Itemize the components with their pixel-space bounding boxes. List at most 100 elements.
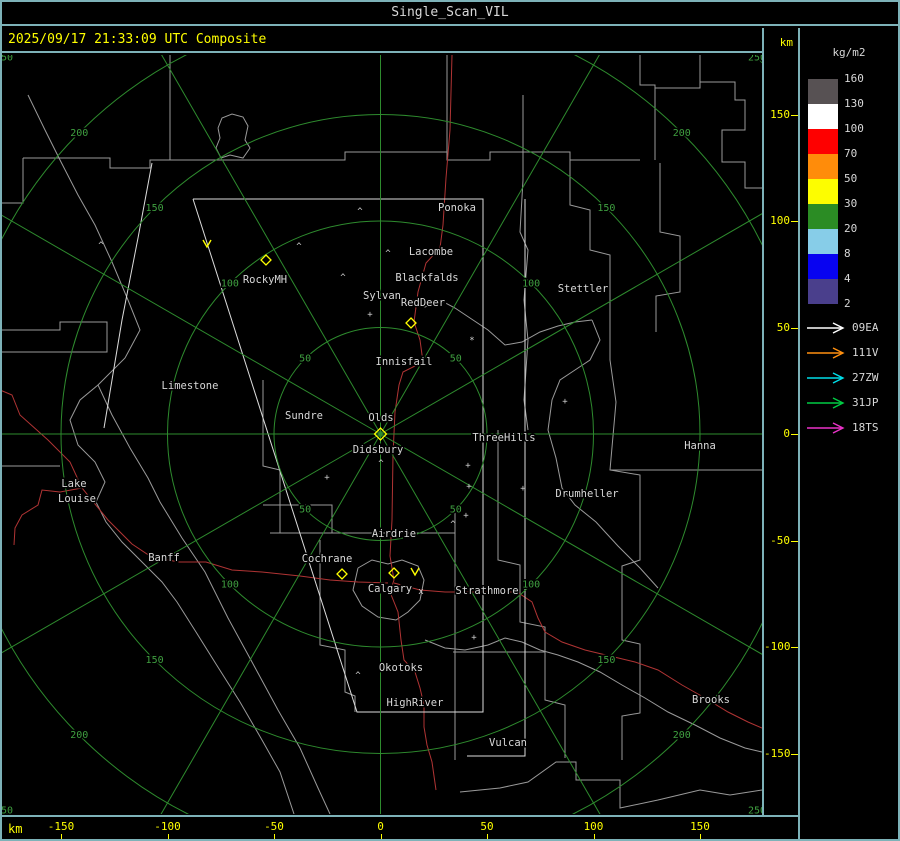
- legend-color-swatch: [808, 279, 838, 304]
- range-ring-label: 100: [221, 580, 239, 591]
- city-label: Strathmore: [455, 585, 518, 597]
- legend-threshold-value: 160: [844, 72, 864, 85]
- radar-arrow-icon: [806, 322, 850, 334]
- point-marker: *: [469, 336, 474, 346]
- range-ring-label: 50: [299, 354, 311, 365]
- city-label: Innisfail: [376, 356, 433, 368]
- city-label: Ponoka: [438, 202, 476, 214]
- city-label: Blackfalds: [395, 272, 458, 284]
- legend-color-swatch: [808, 154, 838, 179]
- right-axis-tick-mark: [791, 434, 798, 435]
- radar-id-label: 18TS: [852, 421, 879, 434]
- city-label: Sylvan: [363, 290, 401, 302]
- city-label: Drumheller: [555, 488, 618, 500]
- point-marker: ^: [385, 249, 391, 259]
- city-label: Didsbury: [353, 444, 404, 456]
- legend-color-swatch: [808, 179, 838, 204]
- point-marker: +: [324, 473, 330, 483]
- legend-color-swatch: [808, 79, 838, 104]
- range-ring-label: 250: [2, 806, 13, 814]
- radar-id-label: 111V: [852, 346, 879, 359]
- city-label: RockyMH: [243, 274, 287, 286]
- radar-id-label: 31JP: [852, 396, 879, 409]
- range-ring-label: 150: [597, 655, 615, 666]
- radar-arrow-icon: [806, 372, 850, 384]
- city-label: ThreeHills: [472, 432, 535, 444]
- right-axis-tick-label: 100: [770, 214, 790, 227]
- right-axis-tick-mark: [791, 221, 798, 222]
- right-axis-tick-label: -100: [764, 640, 791, 653]
- legend-color-swatch: [808, 104, 838, 129]
- radar-id-label: 09EA: [852, 321, 879, 334]
- right-axis-tick-mark: [791, 114, 798, 116]
- right-axis-tick-label: -150: [764, 746, 791, 760]
- city-label: Calgary: [368, 583, 412, 595]
- right-axis-tick-mark: [791, 753, 798, 755]
- right-axis-tick-mark: [791, 327, 798, 329]
- right-axis-tick-mark: [791, 647, 798, 648]
- point-marker: ^: [340, 273, 346, 283]
- bottom-axis-tick-label: 0: [377, 820, 384, 833]
- legend-units-label: kg/m2: [832, 46, 866, 59]
- city-layer: RockyMH Ponoka Lacombe Blackfalds SylvanRedD…: [57, 201, 732, 751]
- city-label: Vulcan: [489, 737, 527, 749]
- radar-app-window: Single_Scan_VIL 2025/09/17 21:33:09 UTC …: [0, 0, 900, 841]
- range-ring-label: 150: [146, 655, 164, 666]
- point-marker: +: [466, 482, 472, 492]
- legend-color-swatch: [808, 254, 838, 279]
- city-label: Hanna: [684, 440, 716, 452]
- legend-threshold-value: 4: [844, 272, 851, 285]
- range-ring-label: 250: [748, 806, 762, 814]
- legend-color-swatch: [808, 229, 838, 254]
- range-ring-label: 50: [450, 354, 462, 365]
- range-ring-label: 200: [70, 730, 88, 741]
- bottom-axis-tick-label: -150: [47, 820, 75, 833]
- window-title: Single_Scan_VIL: [0, 0, 900, 26]
- legend-threshold-value: 2: [844, 297, 851, 310]
- point-marker: ^: [98, 241, 104, 251]
- scan-timestamp: 2025/09/17 21:33:09 UTC Composite: [0, 28, 762, 53]
- right-distance-axis: km 150 100 50 0 -50 -100 -150: [764, 28, 798, 815]
- range-ring-label: 200: [673, 730, 691, 741]
- legend-color-swatch: [808, 129, 838, 154]
- city-label: Okotoks: [379, 662, 423, 674]
- range-ring-label: 100: [522, 580, 540, 591]
- range-ring-label: 150: [146, 203, 164, 214]
- bottom-axis-tick-label: -100: [154, 820, 181, 833]
- point-marker: ^: [296, 242, 302, 252]
- city-label: Louise: [58, 493, 96, 505]
- radar-arrow-icon: [806, 397, 850, 409]
- bottom-axis-tick-label: -50: [264, 820, 284, 833]
- point-marker: ^: [355, 671, 361, 681]
- bottom-axis-tick-mark: [167, 834, 169, 841]
- radar-id-label: 27ZW: [852, 371, 879, 384]
- bottom-axis-tick-label: 150: [690, 820, 710, 833]
- radar-arrow-icon: [806, 347, 850, 359]
- bottom-axis-tick-label: 100: [583, 820, 604, 833]
- point-marker: +: [471, 633, 477, 643]
- point-marker: +: [562, 397, 568, 407]
- bottom-distance-axis: km -150 -100 -50 0 50 100 150: [0, 815, 798, 841]
- city-label: Banff: [148, 552, 180, 564]
- city-label: Brooks: [692, 694, 730, 706]
- range-ring-label: 50: [450, 504, 462, 515]
- city-label: Cochrane: [302, 553, 353, 565]
- city-label: Airdrie: [372, 528, 416, 540]
- city-label: Lacombe: [409, 246, 453, 258]
- point-marker: +: [465, 461, 471, 471]
- bottom-axis-tick-mark: [380, 834, 382, 841]
- radar-arrow-icon: [806, 422, 850, 434]
- point-marker: ^: [378, 459, 384, 469]
- city-diamond-marker: [336, 568, 348, 580]
- radar-map-svg: 50 50 50 50 100 100 100 100 150 150 150 150 200 200 20…: [2, 55, 762, 814]
- radar-map-canvas[interactable]: 50 50 50 50 100 100 100 100 150 150 150 150 200 200 20…: [2, 55, 762, 814]
- city-label: Olds: [368, 412, 393, 424]
- point-marker: ^: [450, 520, 456, 530]
- range-ring-label: 150: [597, 203, 615, 214]
- bottom-axis-unit: km: [8, 822, 23, 836]
- legend-threshold-value: 8: [844, 247, 851, 260]
- right-axis-unit: km: [779, 36, 793, 49]
- city-label: Limestone: [162, 380, 219, 392]
- bottom-axis-tick-mark: [274, 834, 275, 841]
- range-ring-label: 100: [522, 278, 540, 289]
